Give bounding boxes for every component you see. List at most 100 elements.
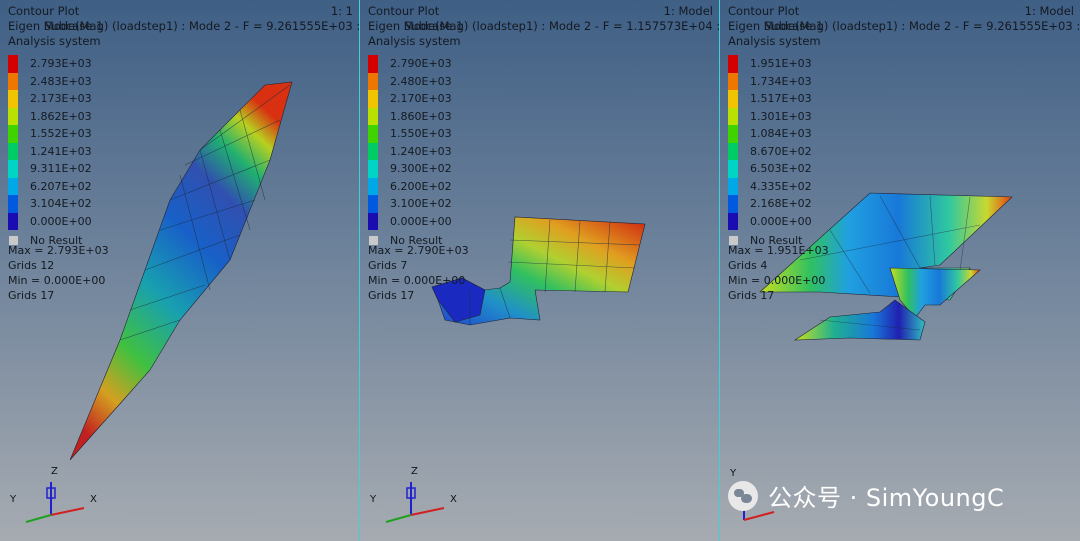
legend-swatch xyxy=(368,55,378,73)
viewport-window-1[interactable]: Contour Plot 1: 1 Eigen Mode(Mag) (loads… xyxy=(0,0,359,541)
max-value: Max = 2.790E+03 xyxy=(368,244,469,257)
min-value: Min = 0.000E+00 xyxy=(8,274,106,287)
legend-swatch xyxy=(728,125,738,143)
legend-swatch xyxy=(8,160,18,178)
contour-legend-2[interactable]: 2.790E+03 2.480E+03 2.170E+03 1.860E+03 … xyxy=(368,55,452,248)
legend-value: 1.084E+03 xyxy=(750,127,812,141)
contour-legend-3[interactable]: 1.951E+03 1.734E+03 1.517E+03 1.301E+03 … xyxy=(728,55,812,248)
legend-row: 1.241E+03 xyxy=(8,142,92,160)
legend-row: 3.100E+02 xyxy=(368,195,452,213)
legend-value: 8.670E+02 xyxy=(750,144,812,158)
header-2: Contour Plot 1: Model Eigen Mode(Mag) (l… xyxy=(368,4,719,49)
legend-row: 0.000E+00 xyxy=(368,212,452,230)
legend-row: 2.168E+02 xyxy=(728,195,812,213)
legend-value: 2.480E+03 xyxy=(390,74,452,88)
legend-row: 0.000E+00 xyxy=(728,212,812,230)
legend-row: 2.790E+03 xyxy=(368,55,452,73)
legend-swatch xyxy=(728,177,738,195)
viewport-window-3[interactable]: Contour Plot 1: Model Eigen Mode(Mag) (l… xyxy=(720,0,1080,541)
legend-row: 1.951E+03 xyxy=(728,55,812,73)
min-grids: Grids 17 xyxy=(8,289,55,302)
min-grids: Grids 17 xyxy=(368,289,415,302)
contour-legend-1[interactable]: 2.793E+03 2.483E+03 2.173E+03 1.862E+03 … xyxy=(8,55,92,248)
axis-triad-1: Z Y X xyxy=(9,466,97,523)
legend-swatch xyxy=(368,160,378,178)
legend-value: 0.000E+00 xyxy=(750,214,812,228)
legend-row: 2.793E+03 xyxy=(8,55,92,73)
legend-swatch xyxy=(728,160,738,178)
max-value: Max = 2.793E+03 xyxy=(8,244,109,257)
legend-swatch xyxy=(728,55,738,73)
legend-value: 1.552E+03 xyxy=(30,127,92,141)
legend-value: 2.168E+02 xyxy=(750,197,812,211)
legend-row: 3.104E+02 xyxy=(8,195,92,213)
result-stats-3: Max = 1.951E+03 Grids 4 Min = 0.000E+00 … xyxy=(728,243,829,303)
legend-swatch xyxy=(728,212,738,230)
watermark-text: 公众号 · SimYoungC xyxy=(768,484,1005,512)
subcase-overlay: Subcase 1 xyxy=(44,19,104,33)
legend-swatch xyxy=(8,125,18,143)
axis-x-label: X xyxy=(450,494,457,505)
legend-swatch xyxy=(728,107,738,125)
min-value: Min = 0.000E+00 xyxy=(728,274,826,287)
system-label: Analysis system xyxy=(728,34,821,48)
system-label: Analysis system xyxy=(368,34,461,48)
window-tag: 1: 1 xyxy=(330,4,353,18)
legend-value: 1.860E+03 xyxy=(390,109,452,123)
legend-swatch xyxy=(368,195,378,213)
legend-swatch xyxy=(8,177,18,195)
legend-value: 0.000E+00 xyxy=(390,214,452,228)
legend-row: 2.483E+03 xyxy=(8,72,92,90)
legend-row: 1.734E+03 xyxy=(728,72,812,90)
hyperview-app: Contour Plot 1: 1 Eigen Mode(Mag) (loads… xyxy=(0,0,1080,541)
subcase-overlay: Subcase 1 xyxy=(764,19,824,33)
legend-value: 1.951E+03 xyxy=(750,57,812,71)
legend-swatch xyxy=(728,72,738,90)
legend-swatch xyxy=(8,107,18,125)
max-value: Max = 1.951E+03 xyxy=(728,244,829,257)
axis-triad-2: Z Y X xyxy=(369,466,457,523)
legend-row: 1.862E+03 xyxy=(8,107,92,125)
legend-value: 6.503E+02 xyxy=(750,162,812,176)
viewport-window-2[interactable]: Contour Plot 1: Model Eigen Mode(Mag) (l… xyxy=(360,0,719,541)
legend-value: 3.104E+02 xyxy=(30,197,92,211)
legend-row: 4.335E+02 xyxy=(728,177,812,195)
plot-title: Contour Plot xyxy=(368,4,440,18)
legend-value: 1.862E+03 xyxy=(30,109,92,123)
legend-swatch xyxy=(368,177,378,195)
legend-swatch xyxy=(8,195,18,213)
legend-swatch xyxy=(8,212,18,230)
legend-row: 1.550E+03 xyxy=(368,125,452,143)
legend-value: 2.170E+03 xyxy=(390,92,452,106)
legend-value: 1.301E+03 xyxy=(750,109,812,123)
system-label: Analysis system xyxy=(8,34,101,48)
legend-swatch xyxy=(368,107,378,125)
legend-value: 2.173E+03 xyxy=(30,92,92,106)
legend-value: 1.550E+03 xyxy=(390,127,452,141)
legend-value: 9.300E+02 xyxy=(390,162,452,176)
legend-value: 6.200E+02 xyxy=(390,179,452,193)
legend-row: 1.517E+03 xyxy=(728,90,812,108)
legend-swatch xyxy=(8,72,18,90)
legend-row: 1.240E+03 xyxy=(368,142,452,160)
legend-value: 0.000E+00 xyxy=(30,214,92,228)
min-grids: Grids 17 xyxy=(728,289,775,302)
legend-row: 9.311E+02 xyxy=(8,160,92,178)
window-tag: 1: Model xyxy=(1024,4,1074,18)
header-3: Contour Plot 1: Model Eigen Mode(Mag) (l… xyxy=(728,4,1080,49)
watermark: 公众号 · SimYoungC xyxy=(728,478,1004,513)
max-grids: Grids 7 xyxy=(368,259,408,272)
result-stats-1: Max = 2.793E+03 Grids 12 Min = 0.000E+00… xyxy=(8,243,109,303)
window-tag: 1: Model xyxy=(663,4,713,18)
legend-row: 1.860E+03 xyxy=(368,107,452,125)
legend-swatch xyxy=(368,90,378,108)
legend-value: 1.517E+03 xyxy=(750,92,812,106)
result-stats-2: Max = 2.790E+03 Grids 7 Min = 0.000E+00 … xyxy=(368,243,469,303)
legend-swatch xyxy=(8,55,18,73)
plot-title: Contour Plot xyxy=(8,4,80,18)
subcase-overlay: Subcase 1 xyxy=(404,19,464,33)
legend-row: 6.200E+02 xyxy=(368,177,452,195)
max-grids: Grids 12 xyxy=(8,259,55,272)
legend-value: 2.483E+03 xyxy=(30,74,92,88)
axis-y-label: Y xyxy=(9,494,17,505)
